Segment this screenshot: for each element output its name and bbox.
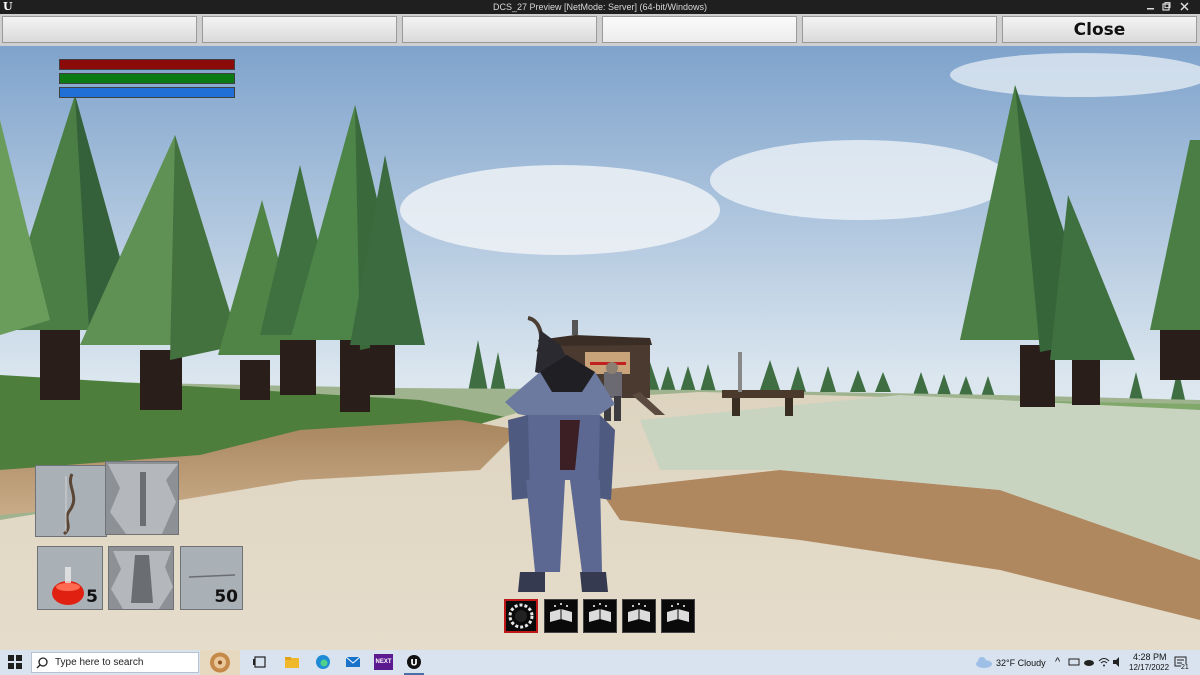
skill-slot-2[interactable] <box>544 599 578 633</box>
windows-start-icon[interactable] <box>8 655 22 669</box>
spellbook-icon <box>550 603 572 622</box>
menu-button-2[interactable] <box>202 16 397 43</box>
window-titlebar: U DCS_27 Preview [NetMode: Server] (64-b… <box>0 0 1200 14</box>
skill-slot-1[interactable] <box>504 599 538 633</box>
window-title: DCS_27 Preview [NetMode: Server] (64-bit… <box>492 2 708 12</box>
skill-slot-5[interactable] <box>661 599 695 633</box>
inventory-slot-empty-1[interactable] <box>105 461 179 535</box>
cloud <box>950 53 1200 97</box>
placeholder-icon <box>106 462 178 534</box>
spellbook-icon <box>628 603 650 622</box>
cloud <box>710 140 1010 220</box>
health-bar <box>59 59 235 70</box>
next-icon[interactable]: NEXT <box>374 654 393 670</box>
task-view-icon[interactable] <box>252 654 268 670</box>
search-placeholder: Type here to search <box>55 657 144 668</box>
wifi-icon[interactable] <box>1098 656 1110 668</box>
weather-text[interactable]: 32°F Cloudy <box>996 658 1046 668</box>
minimize-icon[interactable] <box>1146 2 1155 11</box>
potion-quantity: 5 <box>86 587 98 607</box>
meet-now-icon[interactable] <box>1068 656 1080 668</box>
inventory-slot-potion[interactable]: 5 <box>37 546 103 610</box>
placeholder-icon <box>109 547 173 609</box>
edge-icon[interactable] <box>315 654 331 670</box>
search-icon <box>36 656 48 668</box>
menu-button-1[interactable] <box>2 16 197 43</box>
restore-icon[interactable] <box>1162 2 1171 11</box>
windows-taskbar: Type here to search NEXT U 32°F Cloudy ^… <box>0 650 1200 675</box>
cloud <box>400 165 720 255</box>
next-label: NEXT <box>375 659 392 665</box>
onedrive-icon[interactable] <box>1083 656 1095 668</box>
spellbook-icon <box>589 603 611 622</box>
inventory-slot-empty-2[interactable] <box>108 546 174 610</box>
mail-icon[interactable] <box>345 654 361 670</box>
cloudy-weather-icon <box>976 657 992 668</box>
menu-button-5[interactable] <box>802 16 997 43</box>
clock-time[interactable]: 4:28 PM <box>1133 652 1167 662</box>
unreal-editor-icon[interactable]: U <box>406 654 422 670</box>
file-explorer-icon[interactable] <box>284 654 300 670</box>
inventory-slot-arrow[interactable]: 50 <box>180 546 243 610</box>
bow-icon <box>36 466 106 536</box>
volume-icon[interactable] <box>1112 656 1124 668</box>
clock-date[interactable]: 12/17/2022 <box>1129 663 1169 672</box>
close-icon[interactable] <box>1180 2 1189 11</box>
notification-count: 21 <box>1181 664 1189 671</box>
skill-slot-3[interactable] <box>583 599 617 633</box>
svg-text:U: U <box>410 659 417 669</box>
chevron-up-icon[interactable]: ^ <box>1055 656 1060 668</box>
search-highlight-icon[interactable] <box>200 650 240 675</box>
menu-button-4[interactable] <box>602 16 797 43</box>
menu-button-3[interactable] <box>402 16 597 43</box>
portal-icon <box>508 603 534 629</box>
skill-slot-4[interactable] <box>622 599 656 633</box>
unreal-engine-icon: U <box>3 0 13 13</box>
arrow-quantity: 50 <box>214 587 238 607</box>
stamina-bar <box>59 73 235 84</box>
mana-bar <box>59 87 235 98</box>
close-menu-button[interactable]: Close <box>1002 16 1197 43</box>
inventory-slot-bow[interactable] <box>35 465 107 537</box>
taskbar-search[interactable]: Type here to search <box>31 652 199 673</box>
spellbook-icon <box>667 603 689 622</box>
